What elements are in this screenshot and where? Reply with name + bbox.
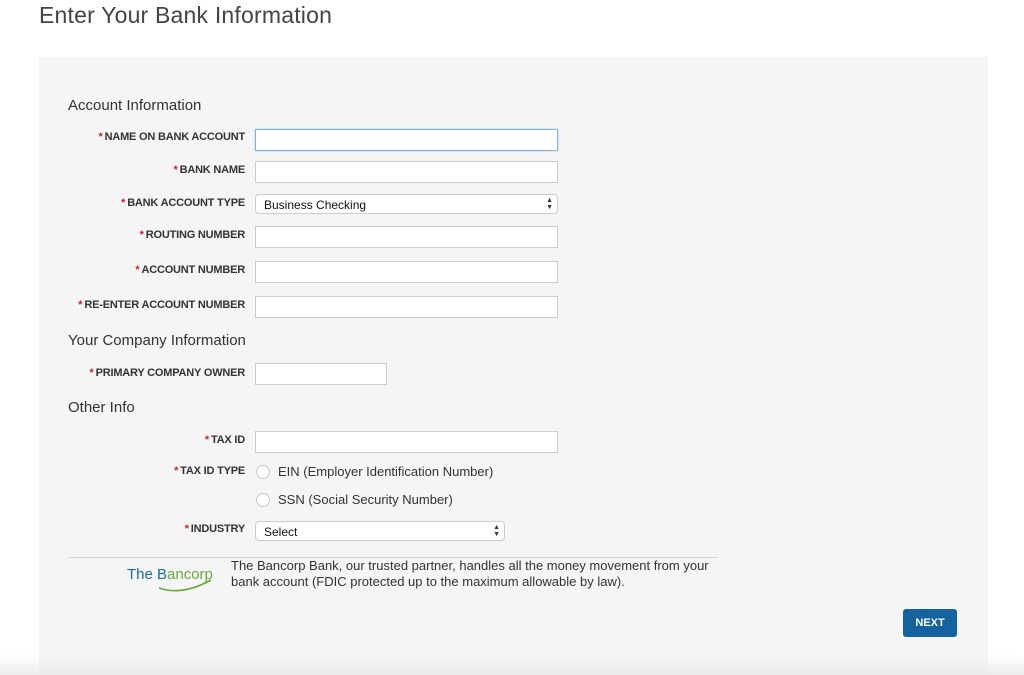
industry-select[interactable]: Select ▲ ▼: [255, 521, 505, 541]
required-marker: *: [173, 164, 178, 176]
radio-ein[interactable]: [256, 465, 270, 479]
required-marker: *: [89, 367, 94, 379]
label-tax-id: * TAX ID: [204, 434, 245, 446]
partner-description: The Bancorp Bank, our trusted partner, h…: [231, 558, 709, 589]
required-marker: *: [135, 264, 140, 276]
bank-account-type-select[interactable]: Business Checking ▲ ▼: [255, 194, 558, 214]
required-marker: *: [204, 434, 209, 446]
tax-id-input[interactable]: [255, 431, 558, 453]
select-arrows-icon: ▲ ▼: [493, 524, 500, 538]
required-marker: *: [139, 229, 144, 241]
radio-ein-label[interactable]: EIN (Employer Identification Number): [278, 464, 493, 479]
required-marker: *: [78, 299, 83, 311]
next-button[interactable]: NEXT: [903, 609, 957, 637]
section-heading-other: Other Info: [68, 399, 135, 416]
bank-account-type-value: Business Checking: [264, 198, 367, 212]
primary-company-owner-input[interactable]: [255, 363, 387, 385]
label-bank-account-type: * BANK ACCOUNT TYPE: [121, 197, 245, 209]
industry-value: Select: [264, 525, 298, 539]
name-on-account-input[interactable]: [255, 129, 558, 151]
radio-ssn-label[interactable]: SSN (Social Security Number): [278, 492, 453, 507]
page-title: Enter Your Bank Information: [39, 2, 333, 28]
section-heading-account: Account Information: [68, 97, 202, 114]
routing-number-input[interactable]: [255, 226, 558, 248]
required-marker: *: [98, 131, 103, 143]
panel-fade: [0, 655, 1024, 675]
label-name-on-account: * NAME ON BANK ACCOUNT: [98, 131, 245, 143]
label-routing-number: * ROUTING NUMBER: [139, 229, 246, 241]
account-number-input[interactable]: [255, 261, 558, 283]
label-bank-name: * BANK NAME: [173, 164, 245, 176]
label-account-number: * ACCOUNT NUMBER: [135, 264, 245, 276]
required-marker: *: [174, 465, 179, 477]
bancorp-swoosh-icon: [158, 579, 212, 592]
reenter-account-number-input[interactable]: [255, 296, 558, 318]
required-marker: *: [184, 523, 189, 535]
radio-ssn[interactable]: [256, 493, 270, 507]
required-marker: *: [121, 197, 126, 209]
select-arrows-icon: ▲ ▼: [546, 197, 553, 211]
bancorp-logo: The Bancorp: [127, 566, 217, 594]
label-industry: * INDUSTRY: [184, 523, 246, 535]
label-tax-id-type: * TAX ID TYPE: [174, 465, 245, 477]
label-primary-company-owner: * PRIMARY COMPANY OWNER: [89, 367, 246, 379]
section-heading-company: Your Company Information: [68, 332, 246, 349]
bank-name-input[interactable]: [255, 161, 558, 183]
label-reenter-account-number: * RE-ENTER ACCOUNT NUMBER: [78, 299, 245, 311]
